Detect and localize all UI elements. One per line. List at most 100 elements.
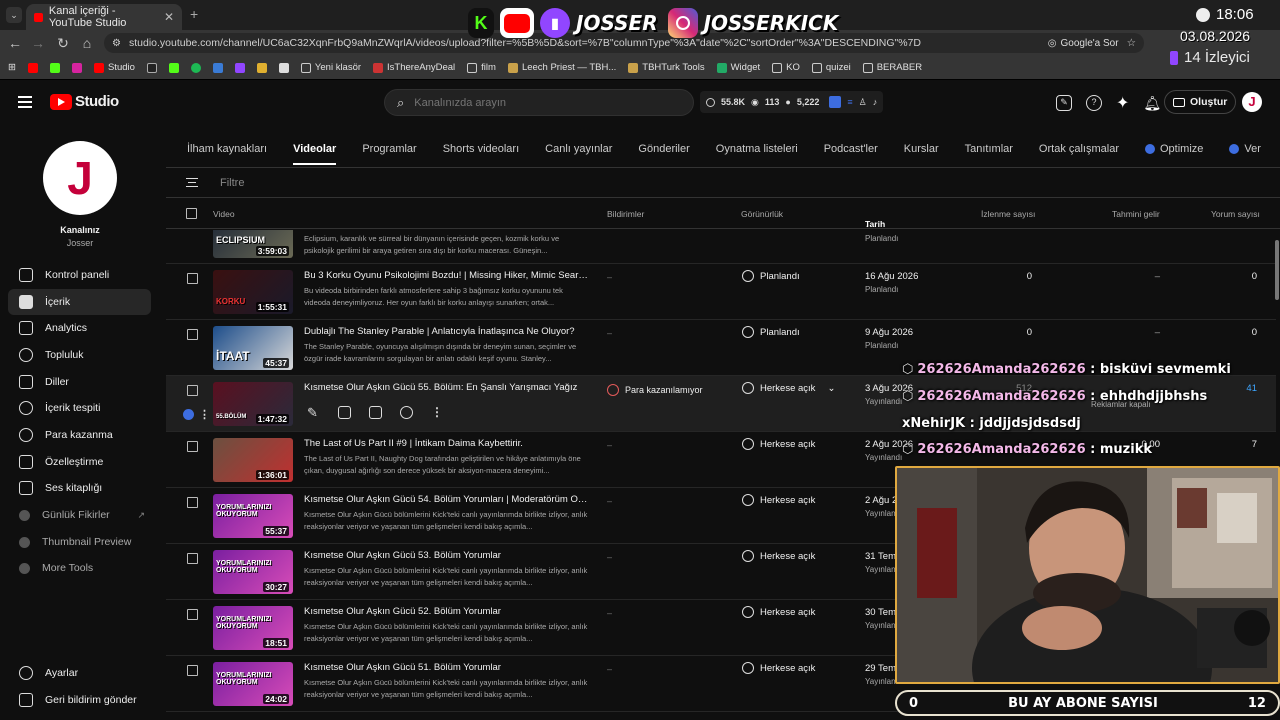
apps-grid-icon[interactable]: ⊞	[8, 62, 16, 73]
visibility-cell[interactable]: Herkese açık	[742, 438, 815, 450]
tab-shorts[interactable]: Shorts videoları	[443, 143, 519, 155]
video-title[interactable]: Dublajlı The Stanley Parable | Anlatıcıy…	[304, 326, 589, 337]
bookmark-yeni-klasor[interactable]: Yeni klasör	[300, 62, 361, 73]
sparkle-icon[interactable]: ✦	[1116, 93, 1129, 113]
account-avatar[interactable]: J	[1242, 92, 1262, 112]
tab-podcasts[interactable]: Podcast'ler	[824, 143, 878, 155]
search-input[interactable]	[414, 96, 665, 109]
bookmark-tiktok[interactable]	[146, 62, 157, 73]
monetization-dollar-icon[interactable]	[400, 406, 413, 419]
close-tab-icon[interactable]: ✕	[164, 10, 174, 24]
tab-search-button[interactable]: ⌄	[6, 7, 22, 23]
sidebar-item-community[interactable]: Topluluk	[8, 342, 151, 368]
help-icon[interactable]: ?	[1086, 95, 1102, 111]
sidebar-item-thumbnail-preview[interactable]: Thumbnail Preview	[8, 529, 151, 555]
filter-bar[interactable]: Filtre	[166, 168, 1280, 198]
extension-dot-icon[interactable]	[183, 409, 194, 420]
list-icon[interactable]: ≡	[847, 97, 852, 107]
video-title[interactable]: Kısmetse Olur Aşkın Gücü 55. Bölüm: En Ş…	[304, 382, 589, 393]
bookmark-site-b[interactable]	[256, 62, 267, 73]
table-row[interactable]: ⋮ 55.BÖLÜM 1:47:32 Kısmetse Olur Aşkın Gü…	[166, 376, 1276, 432]
tab-courses[interactable]: Kurslar	[904, 143, 939, 155]
tab-live[interactable]: Canlı yayınlar	[545, 143, 612, 155]
video-title[interactable]: Kısmetse Olur Aşkın Gücü 54. Bölüm Yorum…	[304, 494, 589, 505]
sidebar-item-more-tools[interactable]: More Tools	[8, 555, 151, 581]
tab-posts[interactable]: Gönderiler	[638, 143, 689, 155]
video-thumbnail[interactable]: 1:36:01	[213, 438, 293, 482]
sidebar-item-audio-library[interactable]: Ses kitaplığı	[8, 475, 151, 501]
tab-videos[interactable]: Videolar	[293, 143, 337, 165]
tab-collaborations[interactable]: Ortak çalışmalar	[1039, 143, 1119, 155]
scrollbar-thumb[interactable]	[1275, 240, 1279, 300]
bookmark-youtube[interactable]	[27, 62, 38, 73]
bookmark-kick-2[interactable]	[168, 62, 179, 73]
bookmark-widget[interactable]: Widget	[716, 62, 760, 73]
video-comments[interactable]: 41	[1229, 383, 1257, 394]
bookmark-spotify[interactable]	[190, 62, 201, 73]
bookmark-kick[interactable]	[49, 62, 60, 73]
tab-promotions[interactable]: Tanıtımlar	[965, 143, 1013, 155]
browser-tab[interactable]: Kanal içeriği - YouTube Studio ✕	[26, 4, 182, 30]
bell-small-icon[interactable]: ♪	[873, 97, 878, 107]
bookmark-film[interactable]: film	[467, 62, 496, 73]
bookmark-quizei[interactable]: quizei	[811, 62, 851, 73]
sidebar-item-analytics[interactable]: Analytics	[8, 315, 151, 341]
video-thumbnail[interactable]: ECLIPSIUM 3:59:03	[213, 230, 293, 258]
options-icon[interactable]: ⋮	[431, 406, 444, 419]
sidebar-item-languages[interactable]: Diller	[8, 369, 151, 395]
channel-avatar[interactable]: J	[43, 141, 117, 215]
tab-ver[interactable]: Ver	[1229, 143, 1261, 155]
comments-icon[interactable]	[369, 406, 382, 419]
channel-search[interactable]: ⌕	[384, 89, 694, 116]
sidebar-item-customization[interactable]: Özelleştirme	[8, 449, 151, 475]
bookmark-site-c[interactable]	[278, 62, 289, 73]
video-thumbnail[interactable]: YORUMLARINIZI OKUYORUM 30:27	[213, 550, 293, 594]
row-checkbox[interactable]	[187, 329, 198, 340]
channel-stats-widget[interactable]: 55.8K ◉ 113 ● 5,222 ≡ ♙ ♪	[700, 91, 884, 113]
bookmark-beraber[interactable]: BERABER	[862, 62, 922, 73]
video-thumbnail[interactable]: YORUMLARINIZI OKUYORUM 24:02	[213, 662, 293, 706]
visibility-cell[interactable]: Planlandı	[742, 270, 800, 282]
row-checkbox[interactable]	[187, 665, 198, 676]
visibility-cell[interactable]: Herkese açık	[742, 550, 815, 562]
video-thumbnail[interactable]: 55.BÖLÜM 1:47:32	[213, 382, 293, 426]
visibility-cell[interactable]: Planlandı	[742, 326, 800, 338]
bookmark-leech-priest[interactable]: Leech Priest — TBH...	[507, 62, 616, 73]
sidebar-item-content-detection[interactable]: İçerik tespiti	[8, 395, 151, 421]
new-tab-button[interactable]: +	[190, 6, 198, 22]
visibility-cell[interactable]: Herkese açık	[742, 494, 815, 506]
home-icon[interactable]: ⌂	[79, 35, 95, 51]
tab-optimize[interactable]: Optimize	[1145, 143, 1203, 155]
row-checkbox[interactable]	[187, 273, 198, 284]
visibility-dropdown[interactable]: Herkese açık ⌄	[742, 382, 835, 394]
video-title[interactable]: Kısmetse Olur Aşkın Gücü 51. Bölüm Yorum…	[304, 662, 589, 673]
tab-inspiration[interactable]: İlham kaynakları	[187, 143, 267, 155]
studio-logo[interactable]: Studio	[50, 93, 119, 110]
video-title[interactable]: Kısmetse Olur Aşkın Gücü 53. Bölüm Yorum…	[304, 550, 589, 561]
row-checkbox[interactable]	[187, 609, 198, 620]
bookmark-tbhturk-tools[interactable]: TBHTurk Tools	[628, 62, 705, 73]
bookmark-ko[interactable]: KO	[772, 62, 800, 73]
notifications-icon[interactable]: 🔔︎	[1143, 95, 1161, 112]
bookmark-twitch[interactable]	[234, 62, 245, 73]
feedback-icon[interactable]: ✎	[1056, 95, 1072, 111]
video-thumbnail[interactable]: YORUMLARINIZI OKUYORUM 55:37	[213, 494, 293, 538]
visibility-cell[interactable]: Herkese açık	[742, 662, 815, 674]
row-checkbox[interactable]	[187, 385, 198, 396]
sidebar-item-content[interactable]: İçerik	[8, 289, 151, 315]
video-thumbnail[interactable]: İTAAT 45:37	[213, 326, 293, 370]
forward-icon[interactable]: →	[30, 35, 46, 51]
bookmark-studio[interactable]: Studio	[93, 62, 135, 73]
video-thumbnail[interactable]: KORKU 1:55:31	[213, 270, 293, 314]
bookmark-star-icon[interactable]: ☆	[1127, 37, 1136, 49]
sidebar-item-monetization[interactable]: Para kazanma	[8, 422, 151, 448]
video-title[interactable]: The Last of Us Part II #9 | İntikam Daim…	[304, 438, 589, 449]
create-button[interactable]: Oluştur	[1164, 90, 1237, 114]
extension-icon[interactable]	[829, 96, 842, 108]
row-checkbox[interactable]	[187, 553, 198, 564]
back-icon[interactable]: ←	[7, 35, 23, 51]
tab-playlists[interactable]: Oynatma listeleri	[716, 143, 798, 155]
row-more-icon[interactable]: ⋮	[199, 408, 210, 421]
select-all-checkbox[interactable]	[186, 208, 197, 219]
analytics-bars-icon[interactable]	[338, 406, 351, 419]
